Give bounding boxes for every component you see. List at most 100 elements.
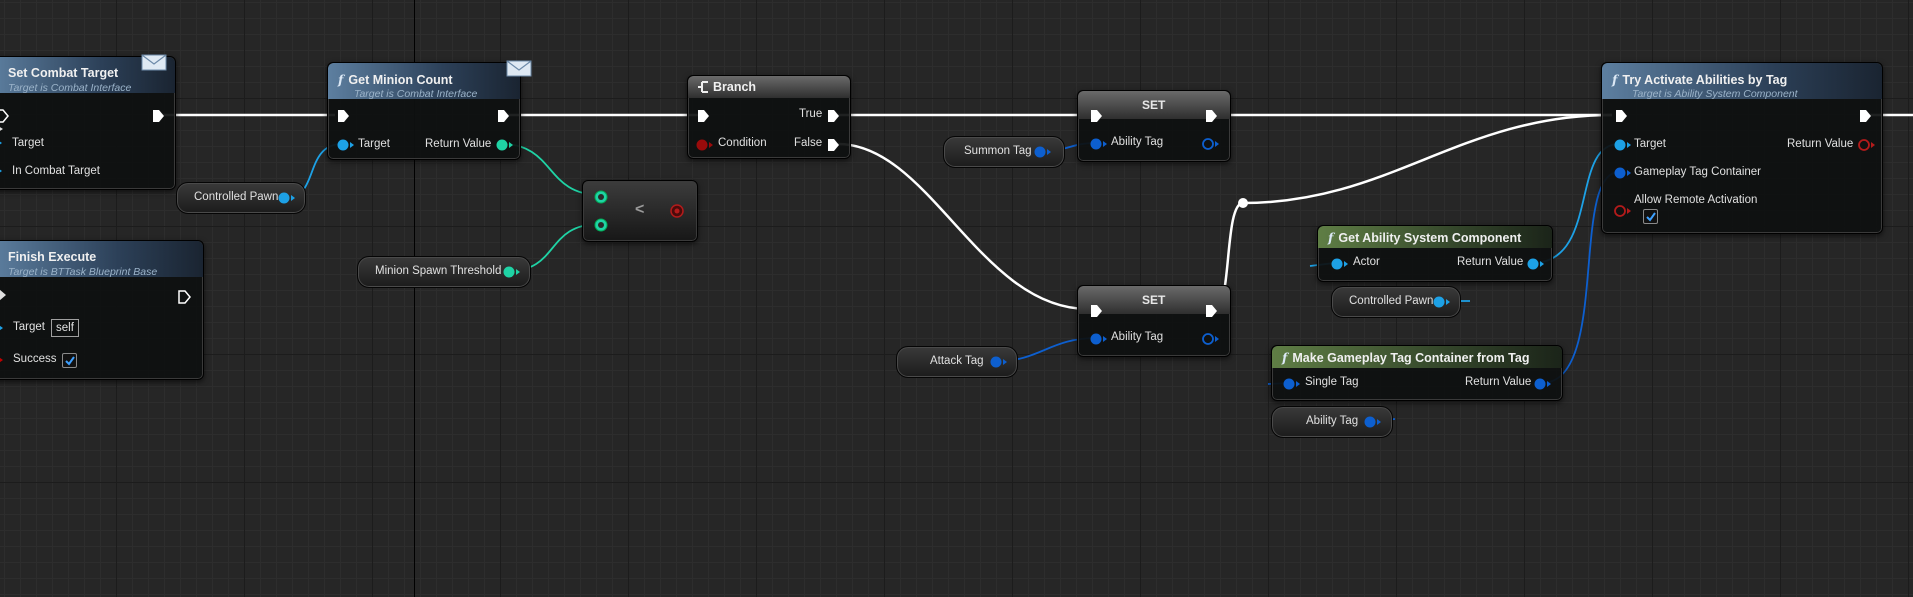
variable-label: Summon Tag bbox=[964, 145, 1032, 157]
exec-out-pin[interactable] bbox=[1204, 108, 1218, 124]
node-set-attack[interactable]: SET Ability Tag bbox=[1077, 285, 1231, 357]
pin-label-actor: Actor bbox=[1353, 256, 1380, 268]
bool-out-pin[interactable] bbox=[669, 203, 685, 219]
pin-label-return-value: Return Value bbox=[1787, 138, 1854, 150]
bool-return-pin[interactable] bbox=[1858, 138, 1876, 152]
success-pin-arrow[interactable] bbox=[0, 355, 4, 365]
pin-label-in-combat-target: In Combat Target bbox=[12, 165, 101, 177]
exec-true-pin[interactable] bbox=[826, 108, 840, 124]
node-title: f Try Activate Abilities by Tag bbox=[1612, 72, 1787, 87]
variable-controlled-pawn[interactable]: Controlled Pawn bbox=[176, 182, 306, 214]
function-icon: f bbox=[338, 72, 344, 87]
pin-label-target: Target bbox=[358, 138, 390, 150]
variable-controlled-pawn[interactable]: Controlled Pawn bbox=[1331, 286, 1461, 318]
function-icon: f bbox=[1612, 72, 1618, 87]
exec-in-pin[interactable] bbox=[1089, 108, 1103, 124]
struct-pin[interactable] bbox=[1364, 415, 1382, 429]
exec-in-arrow[interactable] bbox=[0, 289, 7, 301]
variable-label: Attack Tag bbox=[930, 355, 984, 367]
pin-label-true: True bbox=[799, 108, 823, 120]
actor-pin[interactable] bbox=[1331, 257, 1349, 271]
message-icon bbox=[506, 60, 532, 77]
node-title-text: Try Activate Abilities by Tag bbox=[1622, 73, 1788, 87]
target-pin-arrow[interactable] bbox=[0, 138, 3, 148]
target-self-input[interactable]: self bbox=[51, 319, 79, 337]
node-title: SET bbox=[1142, 293, 1166, 307]
pin-label-condition: Condition bbox=[718, 137, 767, 149]
node-title: Finish Execute bbox=[8, 250, 97, 264]
pin-label-false: False bbox=[794, 137, 823, 149]
node-less-than[interactable]: < bbox=[582, 180, 698, 242]
node-set-combat-target[interactable]: Set Combat Target Target is Combat Inter… bbox=[0, 54, 176, 190]
variable-summon-tag[interactable]: Summon Tag bbox=[943, 136, 1065, 168]
pin-label-gameplay-tag-container: Gameplay Tag Container bbox=[1634, 166, 1761, 178]
variable-label: Ability Tag bbox=[1306, 415, 1359, 427]
exec-in-pin[interactable] bbox=[696, 108, 710, 124]
node-get-minion-count[interactable]: f Get Minion Count Target is Combat Inter… bbox=[327, 60, 532, 160]
pin-label-success: Success bbox=[13, 353, 57, 365]
node-title-text: Make Gameplay Tag Container from Tag bbox=[1292, 351, 1530, 365]
message-icon bbox=[141, 54, 167, 71]
exec-in-pin[interactable] bbox=[0, 108, 9, 124]
pin-label-allow-remote-activation: Allow Remote Activation bbox=[1634, 194, 1758, 206]
node-finish-execute[interactable]: Finish Execute Target is BTTask Blueprin… bbox=[0, 240, 204, 380]
int-in-pin-a[interactable] bbox=[593, 189, 609, 205]
exec-in-pin[interactable] bbox=[1614, 108, 1628, 124]
node-title: Branch bbox=[713, 80, 757, 94]
in-combat-target-pin-arrow[interactable] bbox=[0, 166, 3, 176]
ability-tag-pin[interactable] bbox=[1090, 332, 1108, 346]
target-pin-arrow[interactable] bbox=[0, 323, 4, 333]
struct-return-pin[interactable] bbox=[1534, 377, 1552, 391]
ability-tag-out-pin[interactable] bbox=[1202, 137, 1220, 151]
single-tag-pin[interactable] bbox=[1283, 377, 1301, 391]
target-pin[interactable] bbox=[1614, 138, 1632, 152]
node-get-ability-system-component[interactable]: f Get Ability System Component Actor Retu… bbox=[1317, 225, 1553, 282]
variable-minion-spawn-threshold[interactable]: Minion Spawn Threshold bbox=[357, 256, 531, 288]
object-pin[interactable] bbox=[278, 191, 296, 205]
exec-out-pin[interactable] bbox=[151, 108, 165, 124]
ability-tag-pin[interactable] bbox=[1090, 137, 1108, 151]
int-pin[interactable] bbox=[503, 265, 521, 279]
object-pin[interactable] bbox=[1433, 295, 1451, 309]
struct-pin[interactable] bbox=[990, 355, 1008, 369]
node-title: f Make Gameplay Tag Container from Tag bbox=[1282, 350, 1529, 365]
node-make-gameplay-tag-container[interactable]: f Make Gameplay Tag Container from Tag Si… bbox=[1271, 345, 1563, 401]
variable-label: Controlled Pawn bbox=[194, 191, 279, 203]
pin-label-target: Target bbox=[12, 137, 44, 149]
int-in-pin-b[interactable] bbox=[593, 217, 609, 233]
target-pin[interactable] bbox=[337, 138, 355, 152]
node-try-activate-abilities-by-tag[interactable]: f Try Activate Abilities by Tag Target is… bbox=[1601, 62, 1883, 234]
branch-icon bbox=[698, 81, 708, 93]
pin-label-return-value: Return Value bbox=[425, 138, 492, 150]
success-checkbox[interactable] bbox=[62, 353, 77, 368]
ability-tag-out-pin[interactable] bbox=[1202, 332, 1220, 346]
pin-label-single-tag: Single Tag bbox=[1305, 376, 1359, 388]
node-subtitle: Target is BTTask Blueprint Base bbox=[8, 266, 158, 278]
pin-label-ability-tag: Ability Tag bbox=[1111, 331, 1164, 343]
exec-out-pin[interactable] bbox=[177, 289, 191, 305]
node-subtitle: Target is Combat Interface bbox=[354, 88, 478, 100]
exec-wire-false-to-set bbox=[837, 142, 1089, 311]
gameplay-tag-container-pin[interactable] bbox=[1614, 166, 1632, 180]
node-branch[interactable]: Branch True Condition False bbox=[687, 75, 851, 159]
event-arrow-icon bbox=[0, 127, 3, 131]
pin-label-return-value: Return Value bbox=[1457, 256, 1524, 268]
variable-ability-tag[interactable]: Ability Tag bbox=[1271, 406, 1393, 438]
allow-remote-activation-checkbox[interactable] bbox=[1643, 209, 1658, 224]
struct-pin[interactable] bbox=[1034, 145, 1052, 159]
allow-remote-activation-pin[interactable] bbox=[1614, 204, 1632, 218]
pin-label-ability-tag: Ability Tag bbox=[1111, 136, 1164, 148]
operator-symbol: < bbox=[635, 201, 645, 218]
exec-false-pin[interactable] bbox=[826, 137, 840, 153]
exec-in-pin[interactable] bbox=[1089, 303, 1103, 319]
exec-out-pin[interactable] bbox=[496, 108, 510, 124]
exec-out-pin[interactable] bbox=[1858, 108, 1872, 124]
bool-condition-pin[interactable] bbox=[696, 138, 714, 152]
exec-out-pin[interactable] bbox=[1204, 303, 1218, 319]
variable-attack-tag[interactable]: Attack Tag bbox=[896, 346, 1018, 378]
int-return-pin[interactable] bbox=[496, 138, 514, 152]
node-set-summon[interactable]: SET Ability Tag bbox=[1077, 90, 1231, 162]
object-return-pin[interactable] bbox=[1527, 257, 1545, 271]
exec-in-pin[interactable] bbox=[336, 108, 350, 124]
node-title: Set Combat Target bbox=[8, 66, 119, 80]
